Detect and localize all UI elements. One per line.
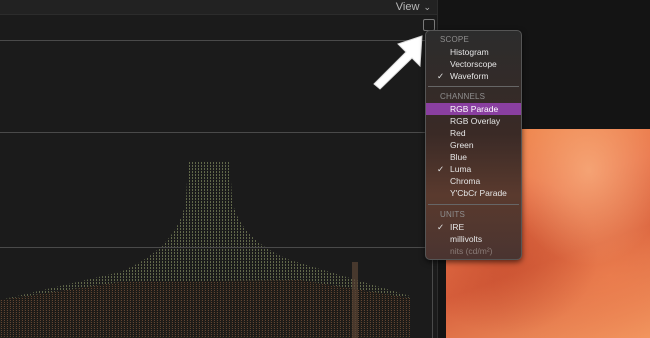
menu-item-luma[interactable]: ✓ Luma (426, 163, 521, 175)
menu-section-channels: CHANNELS (440, 92, 486, 101)
menu-separator (428, 204, 519, 205)
menu-item-red[interactable]: Red (426, 127, 521, 139)
menu-item-label: RGB Overlay (450, 116, 501, 126)
waveform-highlight-column (352, 262, 358, 338)
menu-item-label: Histogram (450, 47, 489, 57)
menu-item-ycbcr-parade[interactable]: Y'CbCr Parade (426, 187, 521, 199)
menu-item-vectorscope[interactable]: Vectorscope (426, 58, 521, 70)
menu-item-histogram[interactable]: Histogram (426, 46, 521, 58)
menu-item-ire[interactable]: ✓ IRE (426, 221, 521, 233)
scope-gridline-100 (0, 40, 432, 41)
menu-item-label: Vectorscope (450, 59, 497, 69)
checkmark-icon: ✓ (437, 164, 445, 174)
menu-section-scope: SCOPE (440, 35, 470, 44)
scope-gridline-50 (0, 247, 432, 248)
menu-item-green[interactable]: Green (426, 139, 521, 151)
scope-options-menu: SCOPE Histogram Vectorscope ✓ Waveform CH… (425, 30, 522, 260)
menu-item-label: nits (cd/m²) (450, 246, 493, 256)
scope-gridline-75 (0, 132, 432, 133)
waveform-scope-panel: View ⌄ (0, 0, 438, 338)
menu-item-label: Blue (450, 152, 468, 162)
menu-item-blue[interactable]: Blue (426, 151, 521, 163)
menu-item-label: Green (450, 140, 474, 150)
menu-item-label: RGB Parade (450, 104, 499, 114)
menu-item-label: Y'CbCr Parade (450, 188, 507, 198)
menu-item-label: Luma (450, 164, 472, 174)
menu-item-nits: nits (cd/m²) (426, 245, 521, 257)
arrow-icon (373, 35, 423, 90)
menu-separator (428, 86, 519, 87)
menu-item-label: Red (450, 128, 466, 138)
menu-item-label: Chroma (450, 176, 481, 186)
menu-section-units: UNITS (440, 210, 465, 219)
menu-item-waveform[interactable]: ✓ Waveform (426, 70, 521, 82)
menu-item-rgb-parade[interactable]: RGB Parade (426, 103, 521, 115)
checkmark-icon: ✓ (437, 71, 445, 81)
menu-item-label: millivolts (450, 234, 483, 244)
checkmark-icon: ✓ (437, 222, 445, 232)
menu-item-chroma[interactable]: Chroma (426, 175, 521, 187)
menu-item-rgb-overlay[interactable]: RGB Overlay (426, 115, 521, 127)
menu-item-label: IRE (450, 222, 465, 232)
menu-item-label: Waveform (450, 71, 489, 81)
menu-item-millivolts[interactable]: millivolts (426, 233, 521, 245)
